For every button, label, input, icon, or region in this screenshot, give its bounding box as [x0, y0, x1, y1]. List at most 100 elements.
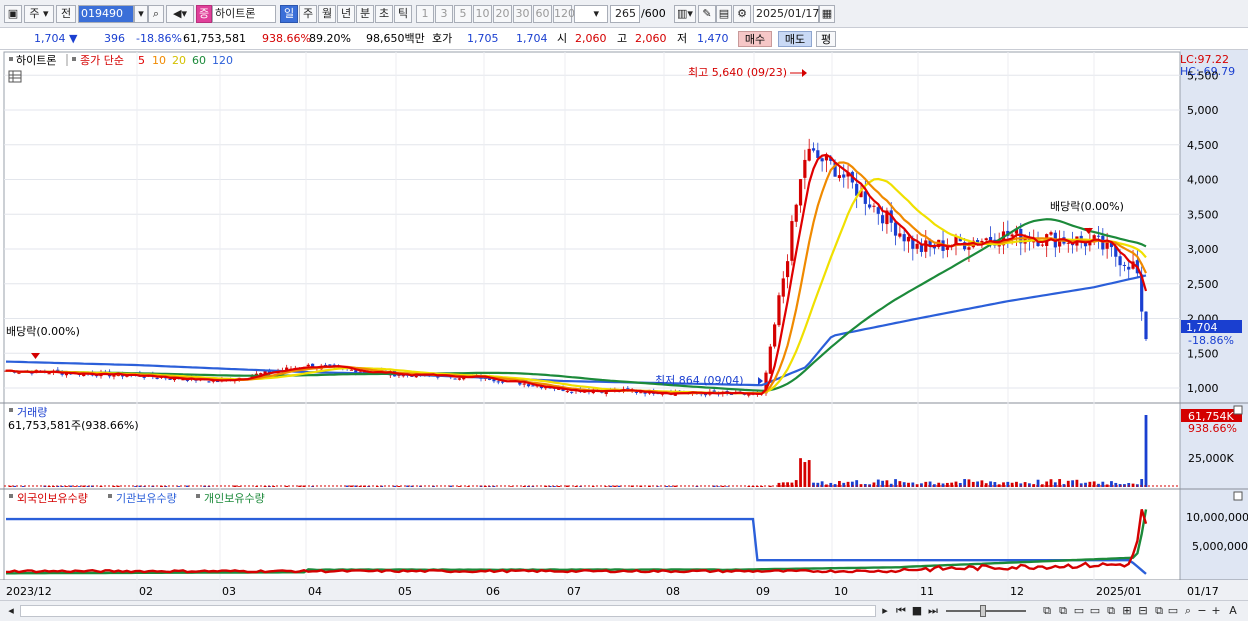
count-input[interactable]: 265	[610, 5, 640, 23]
draw-tool-icon[interactable]: ✎	[698, 5, 716, 23]
zoom-search-icon[interactable]: ⌕	[1182, 603, 1194, 619]
zoom-slider-handle[interactable]	[980, 605, 986, 617]
candle-body	[984, 238, 988, 241]
holdings-panel-close-icon[interactable]	[1233, 491, 1243, 501]
period-year-button[interactable]: 년	[337, 5, 355, 23]
zoom-out-icon[interactable]: −	[1196, 603, 1208, 619]
volume-y-tick: 25,000K	[1188, 452, 1234, 465]
down-arrow-icon: ▼	[69, 32, 78, 45]
period-second-button[interactable]: 초	[375, 5, 393, 23]
candle-body	[863, 191, 867, 204]
interval-3-button[interactable]: 3	[435, 5, 453, 23]
interval-60-button[interactable]: 60	[533, 5, 552, 23]
price-tick-label: 3,000	[1187, 243, 1219, 256]
font-size-icon[interactable]: A	[1226, 603, 1240, 619]
volume-bar	[1144, 415, 1148, 487]
candle-body	[893, 222, 898, 236]
layout-icon-4[interactable]: ▭	[1088, 603, 1102, 619]
ask-price: 1,705	[467, 32, 499, 45]
current-price-pct: -18.86%	[1188, 334, 1234, 347]
legend-ma20: 20	[172, 54, 186, 67]
search-icon[interactable]: ⌕	[148, 5, 164, 23]
calendar-icon[interactable]: ▦	[819, 5, 835, 23]
layout-icon-2[interactable]: ⧉	[1056, 603, 1070, 619]
legend-foreign: 외국인보유수량	[17, 492, 88, 505]
dividend-annotation-right: 배당락(0.00%)	[1050, 200, 1124, 213]
candle-body	[639, 392, 643, 394]
interval-10-button[interactable]: 10	[473, 5, 492, 23]
horizontal-scrollbar[interactable]	[20, 605, 876, 617]
layout-icon-5[interactable]: ⧉	[1104, 603, 1118, 619]
x-axis-background	[0, 580, 1248, 600]
layout-icon-6[interactable]: ⊞	[1120, 603, 1134, 619]
main-toolbar: ▣ 주 ▾ 전 019490 ▾ ⌕ ◀▾ 증 하이트론 일 주 월 년 분 초…	[0, 0, 1248, 28]
stock-name[interactable]: 하이트론	[212, 5, 276, 23]
candle-type-icon[interactable]: ▥▾	[674, 5, 696, 23]
layout-icon-7[interactable]: ⊟	[1136, 603, 1150, 619]
layout-icon-1[interactable]: ⧉	[1040, 603, 1054, 619]
candle-body	[1040, 244, 1044, 246]
layout-icon-3[interactable]: ▭	[1072, 603, 1086, 619]
layout-icon-8[interactable]: ⧉	[1152, 603, 1166, 619]
market-select[interactable]: 주 ▾	[24, 5, 54, 23]
volume-bar	[669, 486, 673, 487]
price-tick-label: 4,000	[1187, 174, 1219, 187]
period-week-button[interactable]: 주	[299, 5, 317, 23]
candle-body	[876, 207, 880, 214]
price-tick-label: 1,000	[1187, 382, 1219, 395]
candle-body	[142, 376, 146, 378]
candle-body	[777, 295, 781, 326]
sell-button[interactable]: 매도	[778, 31, 812, 47]
interval-5-button[interactable]: 5	[454, 5, 472, 23]
stock-code-input[interactable]: 019490	[78, 5, 134, 23]
candle-body	[842, 174, 846, 178]
candle-body	[453, 378, 457, 380]
layout-icon-9[interactable]: ▭	[1166, 603, 1180, 619]
window-icon[interactable]: ▣	[4, 5, 22, 23]
date-input[interactable]: 2025/01/17	[753, 5, 819, 23]
candle-body	[526, 384, 531, 387]
code-dropdown-icon[interactable]: ▾	[134, 5, 148, 23]
candle-body	[1122, 264, 1127, 266]
legend-ma120: 120	[212, 54, 233, 67]
interval-20-button[interactable]: 20	[493, 5, 512, 23]
stock-chart[interactable]: 하이트론 종가 단순 5 10 20 60 120 최고 5,640 (09/2…	[0, 50, 1248, 600]
open-label: 시	[557, 32, 568, 45]
interval-120-button[interactable]: 120	[553, 5, 575, 23]
period-minute-button[interactable]: 분	[356, 5, 374, 23]
first-page-icon[interactable]: ⏮	[894, 603, 908, 619]
scroll-right-icon[interactable]: ▸	[878, 603, 892, 619]
speaker-icon[interactable]: ◀▾	[166, 5, 194, 23]
candle-body	[634, 391, 639, 393]
scroll-left-icon[interactable]: ◂	[4, 603, 18, 619]
table-toggle-icon[interactable]	[8, 70, 22, 83]
candle-body	[496, 381, 500, 383]
legend-individual: 개인보유수량	[204, 492, 265, 505]
stop-icon[interactable]: ■	[910, 603, 924, 619]
chart-area[interactable]: 하이트론 종가 단순 5 10 20 60 120 최고 5,640 (09/2…	[0, 50, 1248, 600]
period-month-button[interactable]: 월	[318, 5, 336, 23]
buy-button[interactable]: 매수	[738, 31, 772, 47]
turnover-ratio: 89.20%	[309, 32, 351, 45]
period-day-button[interactable]: 일	[280, 5, 298, 23]
candle-body	[168, 378, 172, 380]
last-page-icon[interactable]: ⏭	[926, 603, 940, 619]
settings-gear-icon[interactable]: ⚙	[733, 5, 751, 23]
volume-ratio: 938.66%	[262, 32, 311, 45]
interval-1-button[interactable]: 1	[416, 5, 434, 23]
average-button[interactable]: 평	[816, 31, 836, 47]
interval-custom-select[interactable]: ▾	[574, 5, 608, 23]
x-label-12: 12	[1010, 585, 1024, 598]
zoom-slider[interactable]	[946, 610, 1026, 612]
x-label-08: 08	[666, 585, 680, 598]
zoom-in-icon[interactable]: +	[1210, 603, 1222, 619]
type-select[interactable]: 전	[56, 5, 76, 23]
quote-bar: 1,704 ▼ 396 -18.86% 61,753,581 938.66% 8…	[0, 28, 1248, 50]
interval-30-button[interactable]: 30	[513, 5, 532, 23]
volume-panel-close-icon[interactable]	[1233, 405, 1243, 415]
x-label-02: 02	[139, 585, 153, 598]
period-tick-button[interactable]: 틱	[394, 5, 412, 23]
candle-body	[811, 148, 816, 151]
save-icon[interactable]: ▤	[716, 5, 732, 23]
candle-body	[807, 148, 811, 161]
